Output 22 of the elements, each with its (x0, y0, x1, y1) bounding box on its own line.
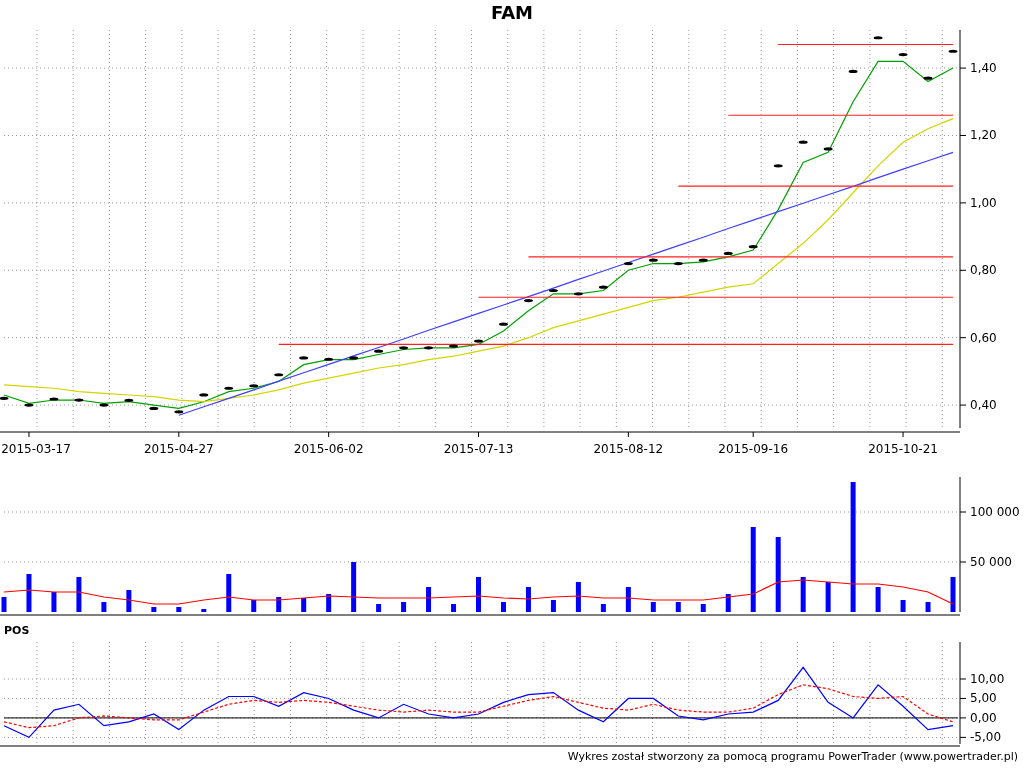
chart-title: POS (4, 624, 30, 637)
axis-tick-label: 1,40 (970, 61, 997, 76)
axis-tick-label: 0,40 (970, 398, 997, 413)
axis-tick-label: 2015-08-12 (593, 442, 664, 456)
axis-tick-label: 100 000 (970, 505, 1020, 519)
axis-tick-label: 10,00 (970, 672, 1005, 686)
axis-tick-label: 0,80 (970, 263, 997, 278)
axis-tick-label: 1,20 (970, 128, 997, 143)
axis-tick-label: 5,00 (970, 691, 997, 706)
axis-tick-label: 2015-07-13 (443, 442, 514, 456)
axis-tick-label: 1,00 (970, 195, 997, 210)
axis-tick-label: 2015-04-27 (143, 442, 214, 456)
chart-title: FAM (490, 2, 534, 23)
axis-tick-label: 0,60 (970, 330, 997, 345)
axis-tick-label: -5,00 (970, 730, 1002, 745)
axis-tick-label: 2015-09-16 (718, 442, 789, 456)
axis-tick-label: 2015-06-02 (293, 442, 364, 456)
axis-tick-label: 50 000 (970, 555, 1012, 569)
axis-tick-label: 2015-03-17 (1, 442, 71, 456)
axis-tick-label: 0,00 (970, 710, 997, 725)
footer-credit: Wykres został stworzony za pomocą programu PowerTrader (www.powertrader.pl) (567, 750, 1018, 763)
axis-tick-label: 2015-10-21 (868, 442, 938, 456)
